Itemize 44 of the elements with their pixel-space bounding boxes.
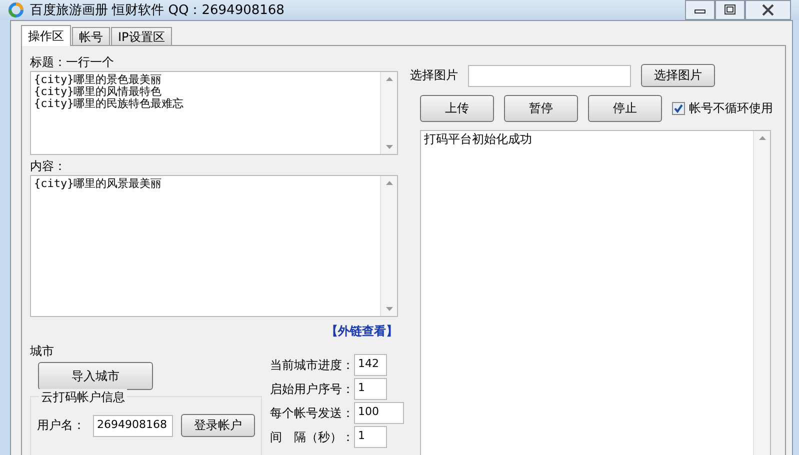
username-field[interactable]: 2694908168 [93, 414, 173, 436]
tab[interactable]: 帐号 [72, 27, 110, 45]
stat-label: 当前城市进度： [270, 356, 354, 374]
app-icon [8, 2, 24, 18]
log-textarea: 打码平台初始化成功 [420, 130, 771, 455]
choose-image-button[interactable]: 选择图片 [641, 64, 715, 87]
window-title: 百度旅游画册 恒财软件 QQ：2694908168 [30, 2, 284, 19]
city-label: 城市 [30, 343, 55, 360]
import-city-button[interactable]: 导入城市 [38, 362, 153, 390]
external-links-link[interactable]: 【外链查看】 [326, 323, 398, 340]
scroll-up-icon[interactable] [386, 181, 392, 185]
stat-label: 间 隔（秒）： [270, 428, 354, 446]
close-icon[interactable] [745, 0, 791, 20]
action-button[interactable]: 停止 [588, 95, 662, 122]
action-button[interactable]: 上传 [420, 95, 494, 122]
scrollbar[interactable] [380, 72, 397, 154]
minimize-icon[interactable] [685, 0, 715, 20]
checkbox-label: 帐号不循环使用 [689, 100, 773, 117]
image-path-field[interactable] [468, 64, 631, 86]
stat-label: 每个帐号发送： [270, 404, 354, 422]
scroll-up-icon[interactable] [386, 77, 392, 81]
tab[interactable]: 操作区 [21, 25, 71, 46]
stat-field[interactable]: 1 [354, 378, 387, 400]
scrollbar[interactable] [380, 176, 397, 316]
stat-field[interactable]: 142 [354, 354, 387, 376]
scrollbar[interactable] [753, 131, 770, 455]
title-textarea[interactable]: {city}哪里的景色最美丽 {city}哪里的风情最特色 {city}哪里的民族特色最难忘 [30, 71, 398, 155]
stat-label: 启始用户序号： [270, 380, 354, 398]
username-label: 用户名： [37, 417, 85, 434]
scroll-down-icon[interactable] [386, 145, 392, 149]
content-label: 内容： [30, 158, 67, 175]
title-label: 标题：一行一个 [30, 54, 115, 71]
action-button[interactable]: 暂停 [504, 95, 578, 122]
tab[interactable]: IP设置区 [111, 27, 172, 45]
image-label: 选择图片 [410, 67, 458, 84]
maximize-icon[interactable] [715, 0, 745, 20]
group-title: 云打码帐户信息 [39, 389, 127, 406]
stat-field[interactable]: 100 [354, 402, 404, 424]
scroll-up-icon[interactable] [758, 136, 766, 140]
login-button[interactable]: 登录帐户 [181, 414, 255, 437]
checkbox[interactable] [672, 102, 685, 115]
scroll-down-icon[interactable] [386, 307, 392, 311]
content-textarea[interactable]: {city}哪里的风景最美丽 [30, 175, 398, 317]
stat-field[interactable]: 1 [354, 426, 387, 448]
